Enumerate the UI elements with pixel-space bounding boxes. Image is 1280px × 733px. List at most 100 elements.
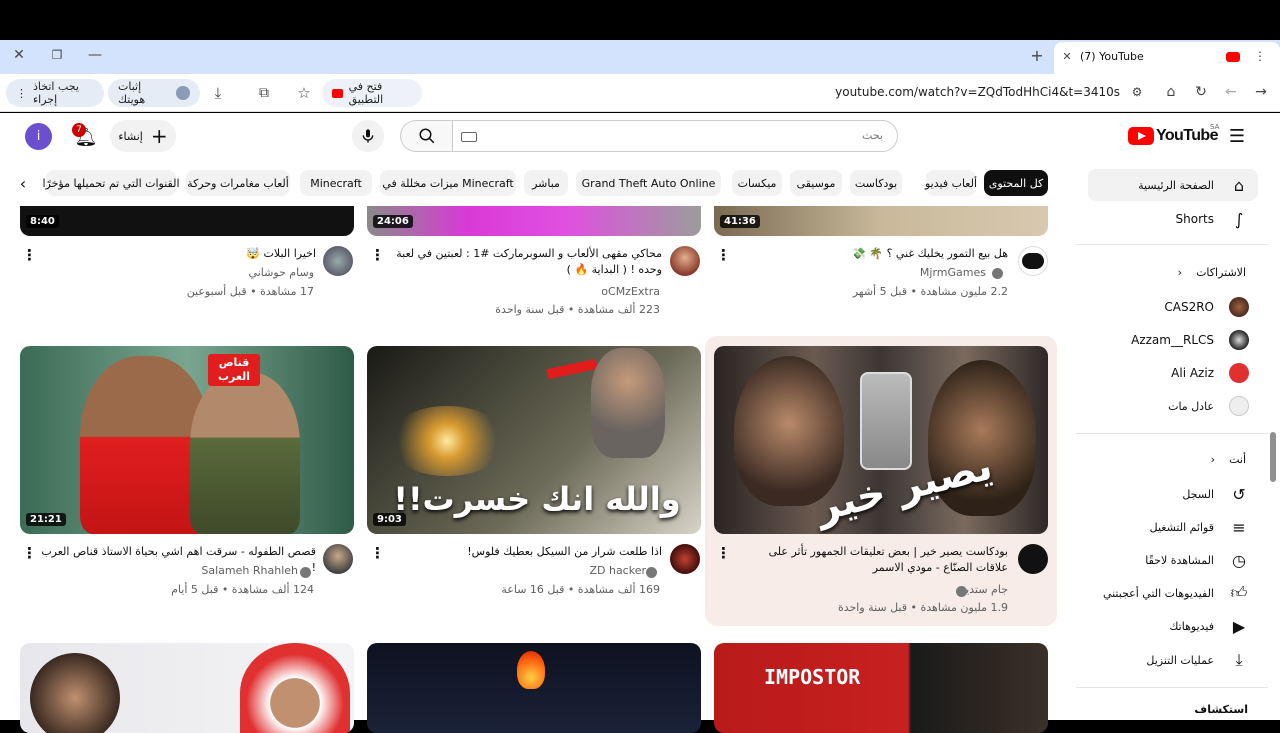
sidebar-section-title: الاشتراكات xyxy=(1196,265,1246,279)
video-thumbnail[interactable]: قناص العرب 21:21 xyxy=(20,346,354,534)
voice-search-button[interactable] xyxy=(352,120,384,152)
sidebar-item-watch-later[interactable]: المشاهدة لاحقًا ◷ xyxy=(1088,544,1258,576)
sidebar-item-downloads[interactable]: عمليات التنزيل ⤓ xyxy=(1088,644,1258,676)
video-thumbnail[interactable]: 24:06 xyxy=(367,206,701,236)
back-icon[interactable]: ← xyxy=(1222,83,1240,101)
video-menu-icon[interactable]: ⋮ xyxy=(370,246,385,264)
channel-avatar[interactable] xyxy=(670,246,700,276)
sidebar-you-header[interactable]: › أنت xyxy=(1088,443,1258,475)
sidebar-item-subscription[interactable]: Ali Aziz xyxy=(1088,357,1258,389)
tab-close-icon[interactable]: ✕ xyxy=(1060,49,1074,63)
forward-icon[interactable]: → xyxy=(1252,83,1270,101)
new-tab-icon[interactable]: + xyxy=(1028,46,1046,65)
chip-video-games[interactable]: ألعاب فيديو xyxy=(925,170,977,196)
close-window-icon[interactable]: ✕ xyxy=(10,46,28,64)
reload-icon[interactable]: ↻ xyxy=(1192,83,1210,101)
chip-all[interactable]: كل المحتوى xyxy=(984,170,1048,196)
site-settings-icon[interactable]: ⚙ xyxy=(1128,83,1146,101)
channel-avatar[interactable] xyxy=(1018,544,1048,574)
chip-action-adventure[interactable]: ألعاب مغامرات وحركة xyxy=(186,170,290,196)
thumbnail-overlay-text: والله انك خسرت!! xyxy=(393,480,681,518)
chips-scroll-left-icon[interactable]: ‹ xyxy=(10,170,36,196)
sidebar-item-subscription[interactable]: CAS2RO xyxy=(1088,291,1258,323)
chip-music[interactable]: موسيقى xyxy=(790,170,842,196)
search-button[interactable] xyxy=(400,120,452,152)
bookmark-star-icon[interactable]: ☆ xyxy=(294,83,314,103)
sidebar-item-home[interactable]: الصفحة الرئيسية ⌂ xyxy=(1088,169,1258,201)
sidebar-item-history[interactable]: السجل ↺ xyxy=(1088,478,1258,510)
sidebar-scrollbar[interactable] xyxy=(1270,432,1276,482)
account-avatar[interactable]: i xyxy=(25,123,52,150)
keyboard-icon[interactable] xyxy=(461,132,477,142)
tab-list-icon[interactable]: ⋮ xyxy=(1252,48,1268,64)
plus-icon: + xyxy=(150,124,168,148)
verify-identity-label: إثبات هويتك xyxy=(118,80,146,106)
video-menu-icon[interactable]: ⋮ xyxy=(716,246,731,264)
video-menu-icon[interactable]: ⋮ xyxy=(716,544,731,562)
action-needed-button[interactable]: ⋮ يجب اتخاذ إجراء xyxy=(6,79,104,107)
open-in-app-button[interactable]: فتح في التطبيق xyxy=(322,79,422,107)
video-title[interactable]: هل بيع التمور يخليك غني ؟ 🌴 💸 xyxy=(736,246,1008,262)
chip-gta-online[interactable]: Grand Theft Auto Online xyxy=(576,170,721,196)
channel-avatar[interactable] xyxy=(1018,246,1048,276)
open-in-app-label: فتح في التطبيق xyxy=(348,80,384,106)
chip-mixes[interactable]: ميكسات xyxy=(732,170,782,196)
thumbnail-overlay-text: IMPOSTOR xyxy=(764,665,861,689)
home-icon[interactable]: ⌂ xyxy=(1162,83,1180,101)
subscription-avatar xyxy=(1229,297,1249,317)
sidebar-subscriptions-header[interactable]: › الاشتراكات xyxy=(1088,256,1258,288)
video-title[interactable]: محاكي مقهى الألعاب و السوبرماركت #1 : لع… xyxy=(386,246,662,278)
sidebar-item-subscription[interactable]: Azzam__RLCS xyxy=(1088,324,1258,356)
video-meta: 223 ألف مشاهدة • قبل سنة واحدة xyxy=(495,303,660,316)
notifications-badge: 7 xyxy=(72,123,86,137)
youtube-logo[interactable]: YouTube SA xyxy=(1128,123,1220,147)
chip-minecraft[interactable]: Minecraft xyxy=(300,170,372,196)
video-thumbnail[interactable]: 8:40 xyxy=(20,206,354,236)
search-input[interactable]: بحث xyxy=(862,129,883,142)
shorts-icon: ∫ xyxy=(1234,209,1244,229)
video-thumbnail[interactable]: يصير خير xyxy=(714,346,1048,534)
video-menu-icon[interactable]: ⋮ xyxy=(22,544,37,562)
video-thumbnail[interactable]: 41:36 xyxy=(714,206,1048,236)
channel-name[interactable]: MjrmGames xyxy=(920,266,986,279)
fire-icon xyxy=(517,651,545,689)
search-box[interactable]: بحث xyxy=(452,120,898,152)
create-button[interactable]: إنشاء + xyxy=(110,120,176,152)
guide-menu-icon[interactable]: ☰ xyxy=(1226,125,1248,147)
chip-recently-uploaded[interactable]: القنوات التي تم تحميلها مؤخرًا xyxy=(42,170,180,196)
chip-podcasts[interactable]: بودكاست xyxy=(850,170,902,196)
extensions-icon[interactable]: ⧉ xyxy=(254,83,274,103)
channel-avatar[interactable] xyxy=(670,544,700,574)
sidebar-item-subscription[interactable]: عادل مات xyxy=(1088,390,1258,422)
chip-live[interactable]: مباشر xyxy=(524,170,568,196)
sidebar-item-label: فيديوهاتك xyxy=(1169,619,1214,633)
restore-window-icon[interactable]: ❐ xyxy=(48,46,66,64)
video-menu-icon[interactable]: ⋮ xyxy=(22,246,37,264)
sidebar-item-your-videos[interactable]: فيديوهاتك ▶ xyxy=(1088,610,1258,642)
sidebar-divider xyxy=(1076,244,1268,245)
video-menu-icon[interactable]: ⋮ xyxy=(370,544,385,562)
sidebar-item-label: المشاهدة لاحقًا xyxy=(1145,553,1214,567)
video-title[interactable]: اخيرا البلات 🤯 xyxy=(40,246,316,262)
channel-name[interactable]: جام ستديو xyxy=(960,583,1008,596)
channel-avatar[interactable] xyxy=(323,544,353,574)
channel-name[interactable]: Salameh Rhahleh xyxy=(201,564,298,577)
sidebar-item-shorts[interactable]: Shorts ∫ xyxy=(1088,203,1258,235)
video-duration: 41:36 xyxy=(720,215,760,228)
sidebar-item-playlists[interactable]: قوائم التشغيل ≡ xyxy=(1088,511,1258,543)
url-text[interactable]: youtube.com/watch?v=ZQdTodHhCi4&t=3410s xyxy=(820,85,1120,99)
channel-avatar[interactable] xyxy=(323,246,353,276)
active-tab[interactable]: ✕ (7) YouTube ⋮ xyxy=(1054,42,1280,74)
channel-name[interactable]: وسام حوشاني xyxy=(249,266,314,279)
video-thumbnail[interactable]: والله انك خسرت!! 9:03 xyxy=(367,346,701,534)
verify-identity-button[interactable]: إثبات هويتك xyxy=(108,79,200,107)
download-icon[interactable]: ⤓ xyxy=(208,83,228,103)
minimize-window-icon[interactable]: — xyxy=(86,46,104,64)
verified-badge-icon xyxy=(300,567,311,578)
video-title[interactable]: بودكاست يصير خير | بعض تعليقات الجمهور ت… xyxy=(736,544,1008,576)
channel-name[interactable]: ZD hacker xyxy=(589,564,646,577)
sidebar-item-liked[interactable]: الفيديوهات التي أعجبتني 👍︎ xyxy=(1088,577,1258,609)
channel-name[interactable]: oCMzExtra xyxy=(601,285,660,298)
video-title[interactable]: اذا طلعت شرار من السيكل بعطيك فلوس! xyxy=(386,544,662,560)
chip-minecraft-features[interactable]: ميزات مخللة في Minecraft xyxy=(380,170,516,196)
